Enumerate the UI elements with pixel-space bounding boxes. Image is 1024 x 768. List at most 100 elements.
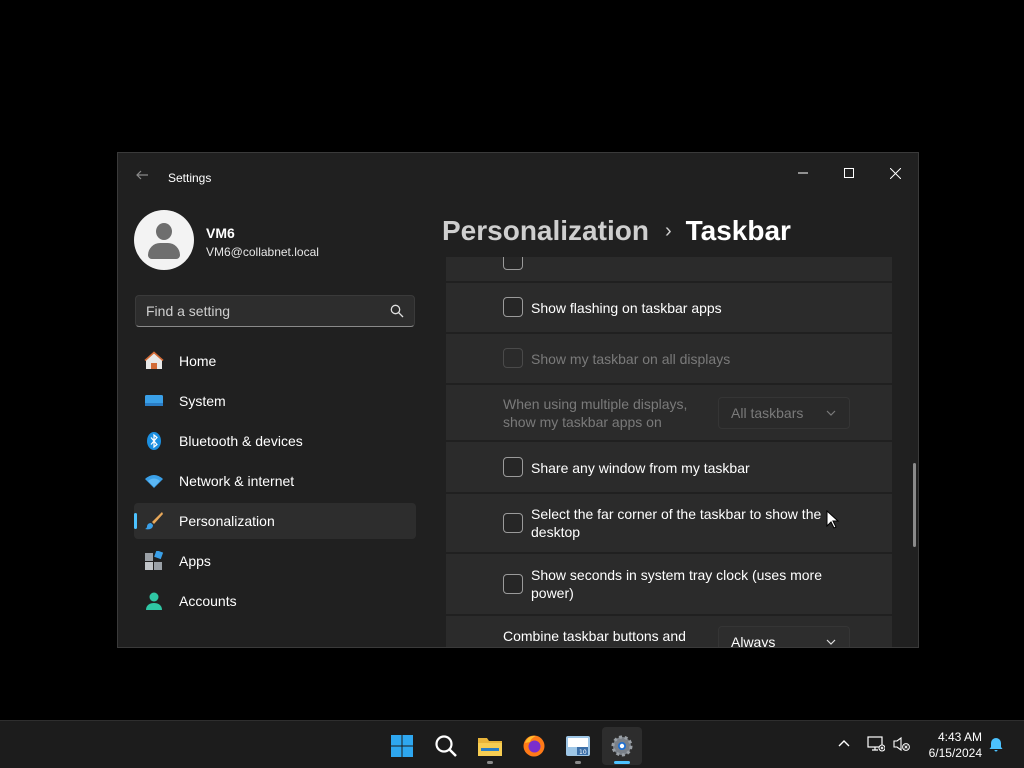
setting-row-partial: [446, 257, 892, 281]
share-window-checkbox[interactable]: [503, 457, 523, 477]
start-button[interactable]: [382, 727, 422, 765]
title-bar: Settings: [118, 153, 918, 201]
running-indicator: [575, 761, 581, 764]
sidebar-item-label: Bluetooth & devices: [179, 433, 303, 449]
multi-display-label: When using multiple displays, show my ta…: [503, 396, 688, 430]
clock-date: 6/15/2024: [928, 746, 982, 760]
file-explorer-icon: [478, 738, 502, 756]
combine-dropdown[interactable]: Always: [718, 626, 850, 648]
firefox-icon: [523, 735, 545, 757]
taskbar: 10 4:43 AM 6/15/2024: [0, 720, 1024, 768]
sidebar-item-apps[interactable]: Apps: [134, 543, 416, 579]
show-hidden-icons-button[interactable]: [834, 733, 854, 755]
search-box: [135, 295, 415, 327]
bluetooth-icon: [147, 432, 161, 450]
breadcrumb-parent[interactable]: Personalization: [442, 215, 649, 247]
search-icon: [435, 735, 457, 757]
volume-tray-button[interactable]: [892, 733, 912, 755]
sidebar-item-label: Home: [179, 353, 217, 369]
seconds-label: Show seconds in system tray clock (uses …: [531, 567, 822, 601]
paintbrush-icon: [145, 512, 163, 530]
close-icon: [889, 167, 901, 179]
sidebar-item-label: Network & internet: [179, 473, 295, 489]
active-indicator: [614, 761, 630, 764]
scrollbar[interactable]: [913, 463, 916, 547]
chevron-down-icon: [826, 639, 836, 645]
setting-row-combine: Combine taskbar buttons and Always: [446, 616, 892, 648]
search-button[interactable]: [426, 727, 466, 765]
breadcrumb-separator: ›: [664, 219, 672, 242]
user-email: VM6@collabnet.local: [206, 245, 319, 259]
sidebar: VM6 VM6@collabnet.local Home System Blue…: [134, 209, 416, 647]
all-displays-label: Show my taskbar on all displays: [531, 351, 731, 367]
accounts-icon: [146, 592, 162, 610]
volume-muted-icon: [893, 736, 910, 752]
settings-window: Settings VM6 VM6@collabnet.local Home: [117, 152, 919, 648]
network-tray-button[interactable]: [866, 733, 886, 755]
setting-row-share-window: Share any window from my taskbar: [446, 442, 892, 492]
bell-icon: [989, 738, 1003, 752]
multi-display-dropdown: All taskbars: [718, 397, 850, 429]
combine-value: Always: [731, 634, 776, 648]
flashing-checkbox[interactable]: [503, 297, 523, 317]
system-icon: [145, 395, 163, 406]
all-displays-checkbox: [503, 348, 523, 368]
file-explorer-button[interactable]: [470, 727, 510, 765]
chevron-down-icon: [826, 410, 836, 416]
mouse-cursor-icon: [826, 510, 840, 529]
network-icon: [145, 475, 163, 488]
settings-taskbar-button[interactable]: [602, 727, 642, 765]
setting-row-flashing: Show flashing on taskbar apps: [446, 283, 892, 332]
sidebar-item-label: Accounts: [179, 593, 237, 609]
combine-label: Combine taskbar buttons and: [503, 628, 686, 644]
far-corner-label: Select the far corner of the taskbar to …: [531, 506, 822, 540]
avatar: [134, 210, 194, 270]
svg-text:10: 10: [579, 749, 587, 756]
sidebar-item-personalization[interactable]: Personalization: [134, 503, 416, 539]
page-title: Taskbar: [685, 215, 791, 246]
home-icon: [144, 351, 164, 369]
apps-icon: [145, 551, 164, 570]
app-button[interactable]: 10: [558, 727, 598, 765]
sidebar-item-network[interactable]: Network & internet: [134, 463, 416, 499]
close-button[interactable]: [872, 157, 918, 189]
back-button[interactable]: [132, 167, 152, 187]
firefox-button[interactable]: [514, 727, 554, 765]
sidebar-item-bluetooth[interactable]: Bluetooth & devices: [134, 423, 416, 459]
seconds-checkbox[interactable]: [503, 574, 523, 594]
nav-list: Home System Bluetooth & devices Network …: [134, 343, 416, 623]
setting-row-multi-display: When using multiple displays, show my ta…: [446, 385, 892, 440]
clock-time: 4:43 AM: [937, 730, 982, 744]
user-profile[interactable]: VM6 VM6@collabnet.local: [134, 209, 416, 275]
sidebar-item-system[interactable]: System: [134, 383, 416, 419]
app-icon: 10: [566, 736, 590, 756]
multi-display-value: All taskbars: [731, 405, 804, 421]
breadcrumb: Personalization › Taskbar: [442, 211, 791, 251]
sidebar-item-home[interactable]: Home: [134, 343, 416, 379]
minimize-icon: [798, 172, 808, 174]
settings-list: Show flashing on taskbar apps Show my ta…: [446, 257, 892, 648]
user-name: VM6: [206, 225, 235, 241]
sidebar-item-label: Apps: [179, 553, 211, 569]
flashing-label: Show flashing on taskbar apps: [531, 300, 722, 316]
network-status-icon: [867, 736, 885, 752]
sidebar-item-label: Personalization: [179, 513, 275, 529]
maximize-button[interactable]: [826, 157, 872, 189]
settings-icon: [611, 735, 633, 757]
setting-row-all-displays: Show my taskbar on all displays: [446, 334, 892, 383]
search-icon[interactable]: [390, 304, 404, 318]
checkbox[interactable]: [503, 257, 523, 270]
notifications-button[interactable]: [986, 733, 1006, 755]
running-indicator: [487, 761, 493, 764]
maximize-icon: [844, 168, 854, 178]
clock[interactable]: 4:43 AM 6/15/2024: [918, 729, 982, 761]
setting-row-seconds: Show seconds in system tray clock (uses …: [446, 554, 892, 614]
sidebar-item-accounts[interactable]: Accounts: [134, 583, 416, 619]
far-corner-checkbox[interactable]: [503, 513, 523, 533]
share-window-label: Share any window from my taskbar: [531, 460, 750, 476]
minimize-button[interactable]: [780, 157, 826, 189]
search-input[interactable]: [146, 296, 381, 326]
chevron-up-icon: [838, 740, 850, 747]
start-icon: [391, 735, 413, 757]
sidebar-item-label: System: [179, 393, 226, 409]
